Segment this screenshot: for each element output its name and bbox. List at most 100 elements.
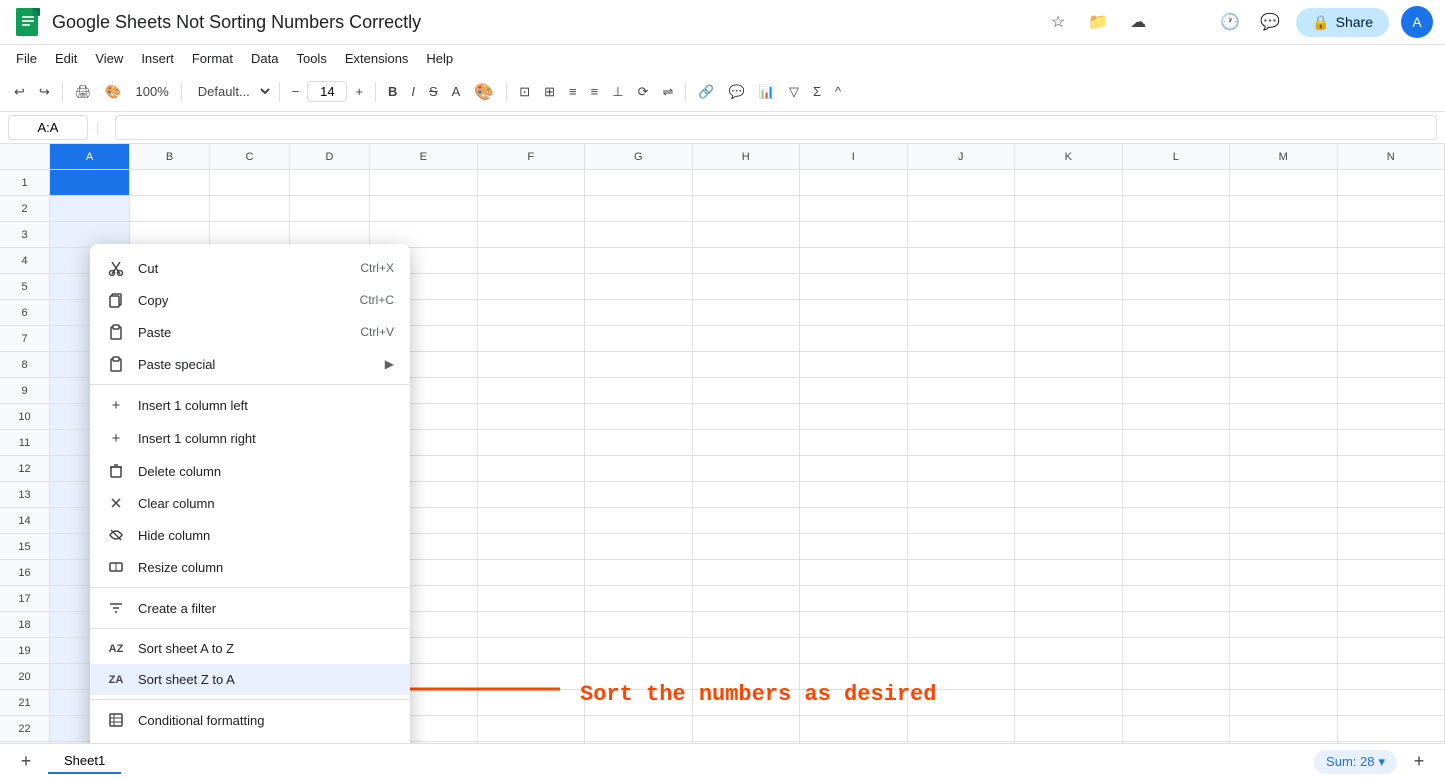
cell[interactable]	[1123, 326, 1231, 351]
cell[interactable]	[478, 482, 586, 507]
cell[interactable]	[478, 690, 586, 715]
cell[interactable]	[585, 300, 693, 325]
cell[interactable]	[585, 586, 693, 611]
cell[interactable]	[478, 352, 586, 377]
text-dir-button[interactable]: ⇌	[656, 80, 679, 104]
context-menu-item[interactable]: Paste special▶	[90, 348, 410, 380]
cell[interactable]	[693, 352, 801, 377]
cell[interactable]	[693, 638, 801, 663]
cell[interactable]	[908, 456, 1016, 481]
cell[interactable]	[800, 482, 908, 507]
cell[interactable]	[585, 508, 693, 533]
function-button[interactable]: Σ	[807, 80, 827, 103]
cell[interactable]	[1015, 248, 1123, 273]
cell[interactable]	[1015, 300, 1123, 325]
cell[interactable]	[908, 690, 1016, 715]
cell[interactable]	[693, 456, 801, 481]
cell[interactable]	[290, 196, 370, 221]
cell[interactable]	[1015, 612, 1123, 637]
cell[interactable]	[1338, 612, 1445, 637]
cell[interactable]	[693, 300, 801, 325]
cell[interactable]	[1015, 196, 1123, 221]
col-header-k[interactable]: K	[1015, 144, 1123, 169]
cell[interactable]	[1230, 742, 1338, 743]
cell[interactable]	[1338, 638, 1445, 663]
chat-icon[interactable]: 💬	[1256, 8, 1284, 36]
context-menu-item[interactable]: Hide column	[90, 519, 410, 551]
cell[interactable]	[1015, 508, 1123, 533]
cell[interactable]	[1123, 534, 1231, 559]
cell[interactable]	[693, 508, 801, 533]
cell[interactable]	[800, 222, 908, 247]
cell-reference-input[interactable]	[8, 115, 88, 140]
context-menu-item[interactable]: CopyCtrl+C	[90, 284, 410, 316]
cell[interactable]	[1123, 274, 1231, 299]
cell[interactable]	[1015, 352, 1123, 377]
cell[interactable]	[130, 170, 210, 195]
cell[interactable]	[1015, 586, 1123, 611]
cell[interactable]	[908, 560, 1016, 585]
cell[interactable]	[1123, 196, 1231, 221]
cell[interactable]	[478, 638, 586, 663]
cell[interactable]	[1123, 664, 1231, 689]
valign-button[interactable]: ⊥	[606, 80, 629, 104]
cell[interactable]	[370, 196, 478, 221]
font-size-increase[interactable]: +	[349, 80, 369, 103]
cell[interactable]	[800, 326, 908, 351]
history-icon[interactable]: 🕐	[1216, 8, 1244, 36]
menu-edit[interactable]: Edit	[47, 47, 85, 70]
comment-button[interactable]: 💬	[723, 80, 751, 104]
cloud-icon[interactable]: ☁	[1124, 8, 1152, 36]
cell[interactable]	[478, 300, 586, 325]
cell[interactable]	[1015, 326, 1123, 351]
cell[interactable]	[1338, 664, 1445, 689]
cell[interactable]	[585, 430, 693, 455]
cell[interactable]	[585, 170, 693, 195]
cell[interactable]	[800, 586, 908, 611]
cell[interactable]	[1338, 586, 1445, 611]
cell[interactable]	[585, 716, 693, 741]
cell[interactable]	[585, 352, 693, 377]
context-menu-item[interactable]: Clear column	[90, 487, 410, 519]
cell[interactable]	[478, 612, 586, 637]
col-header-n[interactable]: N	[1338, 144, 1445, 169]
cell[interactable]	[1123, 612, 1231, 637]
cell[interactable]	[1123, 352, 1231, 377]
star-icon[interactable]: ☆	[1044, 8, 1072, 36]
cell[interactable]	[1230, 300, 1338, 325]
cell[interactable]	[693, 248, 801, 273]
add-sheet-button[interactable]: +	[12, 748, 40, 776]
cell[interactable]	[1123, 482, 1231, 507]
cell[interactable]	[1230, 170, 1338, 195]
cell[interactable]	[210, 196, 290, 221]
cell[interactable]	[1123, 638, 1231, 663]
cell[interactable]	[693, 690, 801, 715]
cell[interactable]	[478, 534, 586, 559]
cell[interactable]	[908, 300, 1016, 325]
cell[interactable]	[585, 274, 693, 299]
col-header-c[interactable]: C	[210, 144, 290, 169]
cell[interactable]	[1123, 508, 1231, 533]
cell[interactable]	[1230, 352, 1338, 377]
cell[interactable]	[800, 638, 908, 663]
sum-dropdown-icon[interactable]: ▾	[1378, 754, 1385, 770]
cell[interactable]	[1015, 378, 1123, 403]
cell[interactable]	[693, 664, 801, 689]
col-header-d[interactable]: D	[290, 144, 370, 169]
cell[interactable]	[800, 352, 908, 377]
cell[interactable]	[1230, 716, 1338, 741]
merge-button[interactable]: ⊞	[538, 80, 561, 104]
menu-data[interactable]: Data	[243, 47, 286, 70]
context-menu-item[interactable]: Resize column	[90, 551, 410, 583]
cell[interactable]	[908, 612, 1016, 637]
col-header-l[interactable]: L	[1123, 144, 1231, 169]
cell[interactable]	[1230, 534, 1338, 559]
cell[interactable]	[1123, 456, 1231, 481]
cell[interactable]	[478, 404, 586, 429]
cell[interactable]	[1338, 560, 1445, 585]
cell[interactable]	[1015, 274, 1123, 299]
cell[interactable]	[908, 664, 1016, 689]
cell[interactable]	[210, 170, 290, 195]
cell[interactable]	[800, 690, 908, 715]
col-header-g[interactable]: G	[585, 144, 693, 169]
